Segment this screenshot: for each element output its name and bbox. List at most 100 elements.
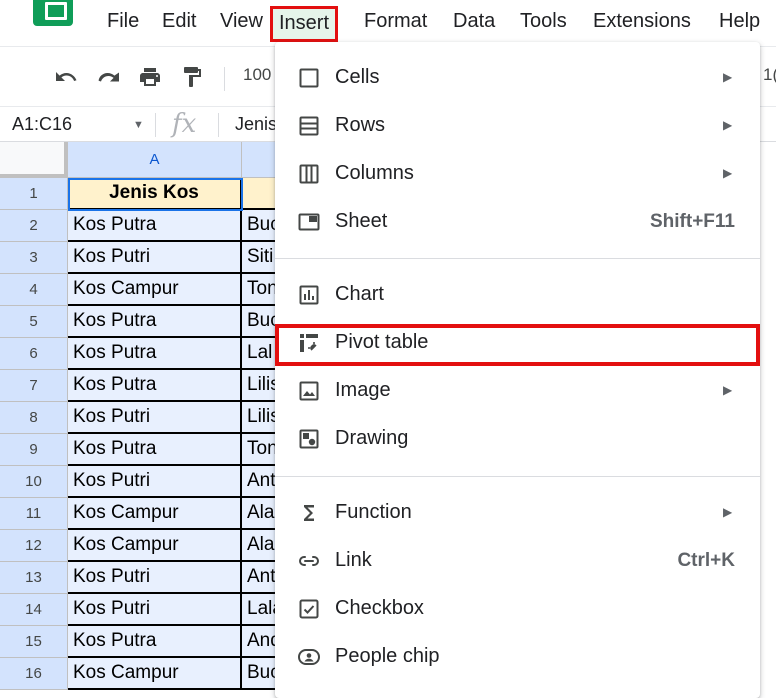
image-icon (297, 379, 321, 403)
menu-separator (275, 476, 760, 477)
menu-item-image[interactable]: Image ▶ (275, 367, 760, 415)
row-header[interactable]: 3 (0, 242, 68, 274)
menu-item-label: Chart (335, 283, 384, 305)
undo-icon[interactable] (53, 65, 79, 89)
paint-format-icon[interactable] (179, 65, 205, 89)
row-header[interactable]: 7 (0, 370, 68, 402)
table-cell[interactable]: Kos Putra (68, 306, 242, 338)
menu-item-label: Columns (335, 162, 414, 184)
name-box[interactable]: A1:C16 (12, 114, 72, 135)
name-box-dropdown-icon[interactable]: ▼ (133, 119, 144, 131)
table-cell[interactable]: Kos Campur (68, 530, 242, 562)
menu-item-label: Image (335, 379, 391, 401)
print-icon[interactable] (137, 65, 163, 89)
menu-format[interactable]: Format (364, 10, 427, 33)
column-header-a[interactable]: A (68, 142, 242, 178)
menu-separator (275, 258, 760, 259)
table-cell[interactable]: Kos Putra (68, 210, 242, 242)
submenu-arrow-icon: ▶ (723, 70, 733, 84)
table-cell[interactable]: Kos Putri (68, 242, 242, 274)
submenu-arrow-icon: ▶ (723, 118, 733, 132)
shortcut-hint: Shift+F11 (650, 211, 735, 232)
insert-menu: Cells ▶ Rows ▶ Columns ▶ Sheet Shift+F11 Chart Pi… (275, 42, 760, 698)
header-cell[interactable]: Jenis Kos (68, 178, 242, 210)
menu-edit[interactable]: Edit (162, 10, 196, 33)
row-header[interactable]: 10 (0, 466, 68, 498)
formula-input[interactable]: Jenis (235, 114, 277, 135)
menu-item-label: Drawing (335, 427, 409, 449)
table-cell[interactable]: Kos Putri (68, 594, 242, 626)
rows-icon (297, 114, 321, 138)
drawing-icon (297, 427, 321, 451)
fx-icon: fx (172, 109, 197, 139)
link-icon (297, 549, 321, 573)
menu-item-link[interactable]: Link Ctrl+K (275, 537, 760, 585)
menu-item-label: Cells (335, 66, 380, 88)
row-header[interactable]: 5 (0, 306, 68, 338)
menu-item-rows[interactable]: Rows ▶ (275, 102, 760, 150)
row-header[interactable]: 9 (0, 434, 68, 466)
table-cell[interactable]: Kos Putri (68, 562, 242, 594)
menu-view[interactable]: View (220, 10, 263, 33)
table-cell[interactable]: Kos Putri (68, 402, 242, 434)
submenu-arrow-icon: ▶ (723, 166, 733, 180)
menu-item-label: Pivot table (335, 331, 429, 353)
table-cell[interactable]: Kos Putra (68, 434, 242, 466)
menu-item-function[interactable]: Function ▶ (275, 489, 760, 537)
sheets-logo-icon[interactable] (33, 0, 73, 26)
people-chip-icon (297, 645, 321, 669)
menu-item-label: Link (335, 549, 372, 571)
font-size-partial[interactable]: 1( (763, 65, 776, 85)
menu-data[interactable]: Data (453, 10, 495, 33)
table-cell[interactable]: Kos Campur (68, 274, 242, 306)
row-header[interactable]: 16 (0, 658, 68, 690)
row-header[interactable]: 4 (0, 274, 68, 306)
table-cell[interactable]: Kos Putra (68, 626, 242, 658)
sigma-icon (297, 501, 321, 525)
menu-item-label: Rows (335, 114, 386, 136)
shortcut-hint: Ctrl+K (677, 550, 735, 571)
menu-item-checkbox[interactable]: Checkbox (275, 585, 760, 633)
menu-tools[interactable]: Tools (520, 10, 567, 33)
row-header[interactable]: 13 (0, 562, 68, 594)
row-header[interactable]: 14 (0, 594, 68, 626)
table-cell[interactable]: Kos Putra (68, 370, 242, 402)
menu-item-pivot-table[interactable]: Pivot table (275, 319, 760, 367)
menu-item-label: Sheet (335, 210, 388, 232)
menu-insert[interactable]: Insert (270, 6, 339, 42)
menu-bar: File Edit View Insert Format Data Tools … (0, 0, 776, 46)
menu-item-label: Function (335, 501, 412, 523)
submenu-arrow-icon: ▶ (723, 505, 733, 519)
table-cell[interactable]: Kos Campur (68, 658, 242, 690)
menu-item-columns[interactable]: Columns ▶ (275, 150, 760, 198)
table-cell[interactable]: Kos Campur (68, 498, 242, 530)
row-header[interactable]: 15 (0, 626, 68, 658)
checkbox-icon (297, 597, 321, 621)
row-header[interactable]: 2 (0, 210, 68, 242)
select-all-corner[interactable] (0, 142, 68, 178)
sheet-icon (297, 210, 321, 234)
menu-item-sheet[interactable]: Sheet Shift+F11 (275, 198, 760, 246)
toolbar-divider (224, 67, 225, 91)
formula-divider (218, 113, 219, 137)
menu-item-people-chip[interactable]: People chip (275, 633, 760, 681)
zoom-select[interactable]: 100 (243, 65, 271, 85)
redo-icon[interactable] (95, 65, 121, 89)
row-header[interactable]: 6 (0, 338, 68, 370)
row-header[interactable]: 8 (0, 402, 68, 434)
table-cell[interactable]: Kos Putri (68, 466, 242, 498)
menu-item-label: Checkbox (335, 597, 424, 619)
menu-item-cells[interactable]: Cells ▶ (275, 54, 760, 102)
menu-item-drawing[interactable]: Drawing (275, 415, 760, 463)
table-cell[interactable]: Kos Putra (68, 338, 242, 370)
menu-item-chart[interactable]: Chart (275, 271, 760, 319)
menu-help[interactable]: Help (719, 10, 760, 33)
menu-extensions[interactable]: Extensions (593, 10, 691, 33)
columns-icon (297, 162, 321, 186)
pivot-table-icon (297, 331, 321, 355)
row-header[interactable]: 12 (0, 530, 68, 562)
row-header[interactable]: 1 (0, 178, 68, 210)
row-header[interactable]: 11 (0, 498, 68, 530)
menu-file[interactable]: File (107, 10, 139, 33)
chart-icon (297, 283, 321, 307)
